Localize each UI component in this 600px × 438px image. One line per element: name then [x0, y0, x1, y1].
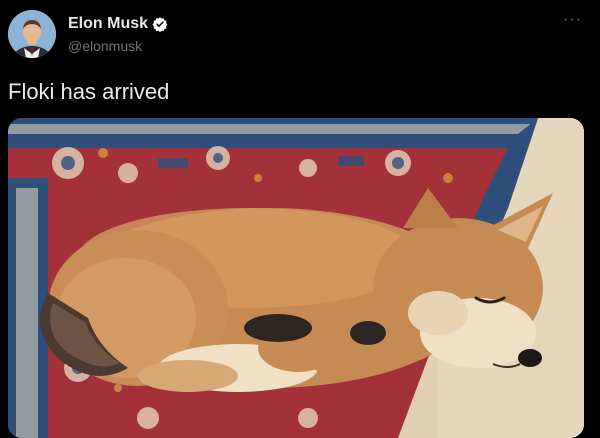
tweet: Elon Musk @elonmusk ··· Floki has arrive… — [0, 0, 600, 438]
verified-badge-icon — [152, 17, 168, 32]
avatar[interactable] — [8, 10, 56, 58]
author-handle[interactable]: @elonmusk — [68, 37, 168, 55]
tweet-media-photo[interactable] — [8, 118, 584, 438]
more-options-icon[interactable]: ··· — [563, 12, 582, 28]
puppy-photo — [8, 118, 584, 438]
author-block: Elon Musk @elonmusk — [68, 14, 168, 55]
author-name-row: Elon Musk — [68, 14, 168, 34]
tweet-text: Floki has arrived — [8, 79, 170, 104]
author-display-name[interactable]: Elon Musk — [68, 14, 148, 34]
avatar-image — [8, 10, 56, 58]
